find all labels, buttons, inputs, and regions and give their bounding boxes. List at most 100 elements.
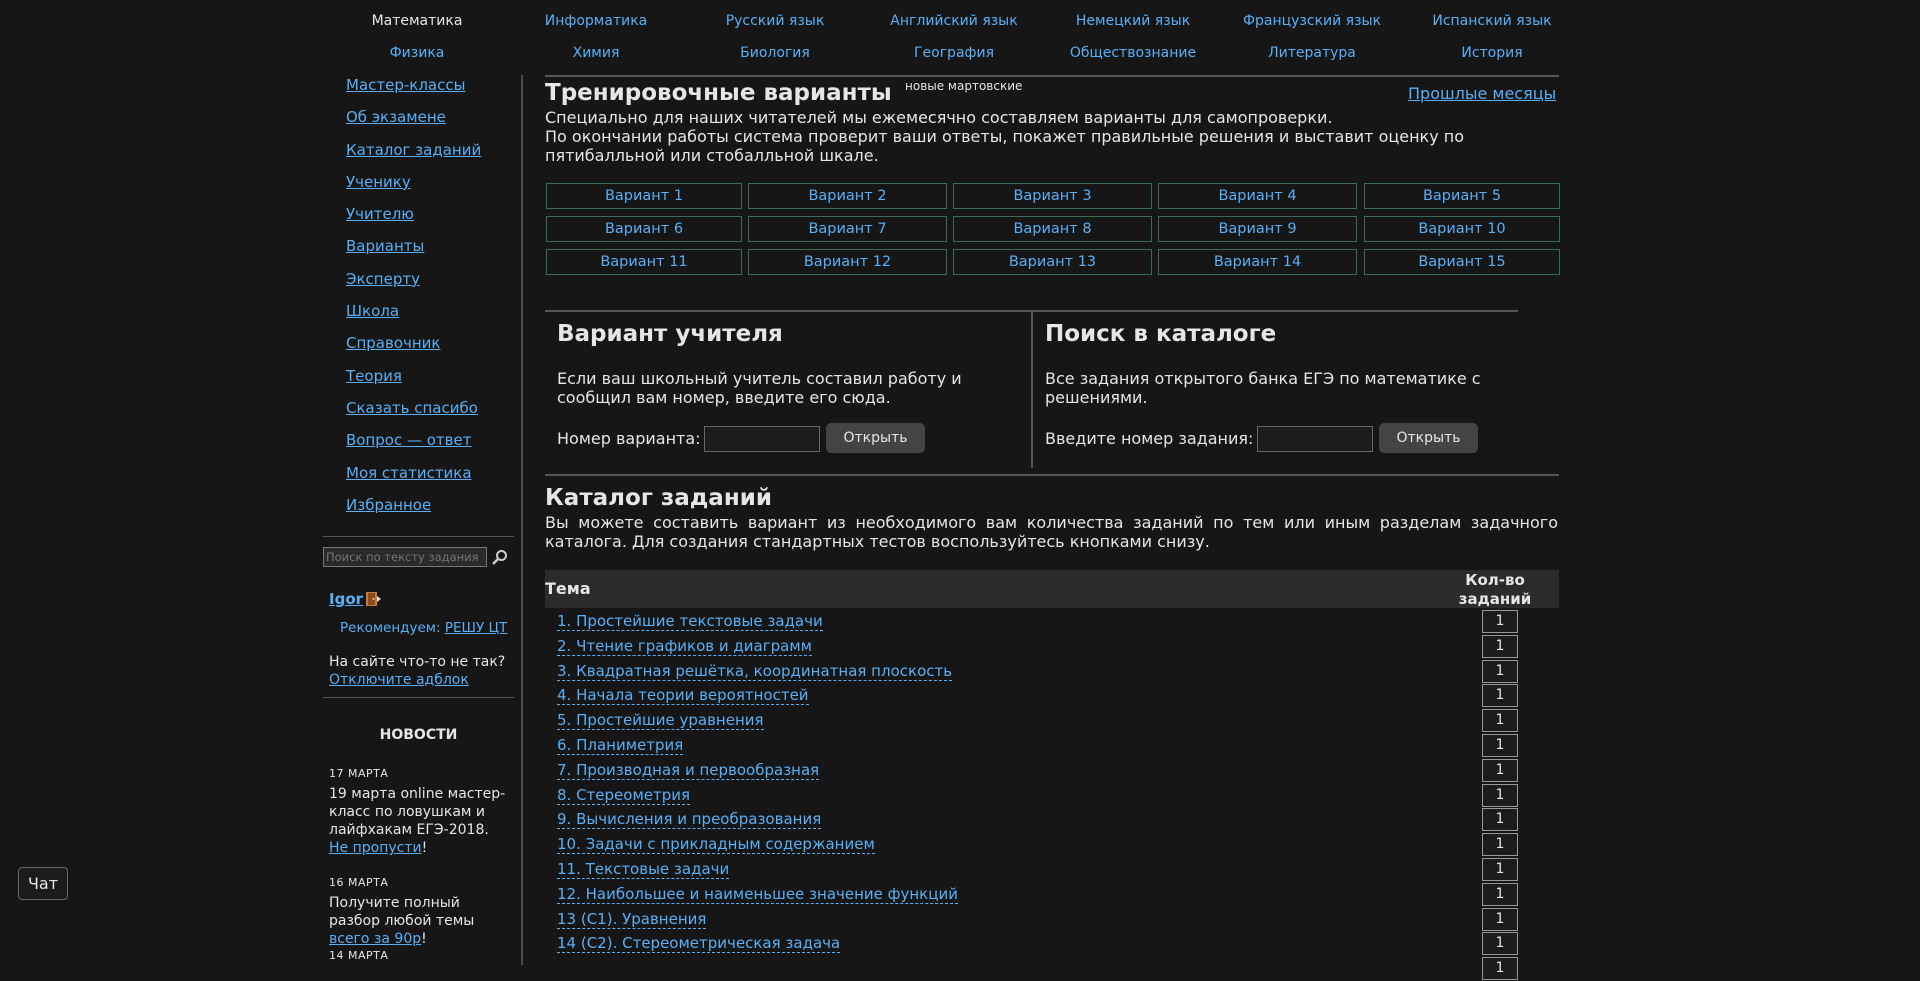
topic-link[interactable]: 13 (С1). Уравнения xyxy=(557,910,707,929)
sidebar-item[interactable]: Справочник xyxy=(316,322,514,354)
topic-link[interactable]: 12. Наибольшее и наименьшее значение фун… xyxy=(557,885,958,904)
variant-button[interactable]: Вариант 2 xyxy=(748,183,947,209)
task-count-input[interactable]: 1 xyxy=(1482,932,1518,956)
past-months-link[interactable]: Прошлые месяцы xyxy=(1408,84,1556,103)
teacher-box-title: Вариант учителя xyxy=(557,321,783,347)
subject-link[interactable]: Математика xyxy=(327,5,507,37)
subject-link[interactable]: Биология xyxy=(685,37,865,69)
table-row: 14 (С2). Стереометрическая задача 1 xyxy=(545,931,1559,956)
sidebar-item[interactable]: Мастер-классы xyxy=(316,64,514,96)
sidebar-item[interactable]: Школа xyxy=(316,290,514,322)
sidebar-item[interactable]: Эксперту xyxy=(316,258,514,290)
task-count-input[interactable]: 1 xyxy=(1482,610,1518,633)
subject-link[interactable]: Обществознание xyxy=(1043,37,1223,69)
sidebar: Мастер-классы Об экзамене Каталог заданий У… xyxy=(323,75,514,537)
subject-link[interactable]: Английский язык xyxy=(864,5,1044,37)
task-count-input[interactable]: 1 xyxy=(1482,882,1518,906)
sidebar-item[interactable]: Вопрос — ответ xyxy=(316,419,514,451)
topic-link[interactable]: 1. Простейшие текстовые задачи xyxy=(557,612,823,631)
search-form: Введите номер задания: Открыть xyxy=(1045,423,1515,454)
chat-button[interactable]: Чат xyxy=(18,867,68,900)
training-sup: новые мартовские xyxy=(905,79,1023,93)
news-text: Получите полный разбор любой темы xyxy=(329,895,475,929)
open-task-button[interactable]: Открыть xyxy=(1379,423,1478,453)
task-count-input[interactable]: 1 xyxy=(1482,659,1518,683)
subject-link[interactable]: География xyxy=(864,37,1044,69)
topic-link[interactable]: 11. Текстовые задачи xyxy=(557,860,730,879)
subject-link[interactable]: Немецкий язык xyxy=(1043,5,1223,37)
variant-button[interactable]: Вариант 13 xyxy=(953,249,1152,275)
sidebar-item[interactable]: Сказать спасибо xyxy=(316,387,514,419)
topic-link[interactable]: 10. Задачи с прикладным содержанием xyxy=(557,835,875,855)
subject-link[interactable]: Информатика xyxy=(506,5,686,37)
task-count-input[interactable]: 1 xyxy=(1482,734,1518,757)
variant-button[interactable]: Вариант 6 xyxy=(546,216,742,242)
task-count-input[interactable]: 1 xyxy=(1482,783,1518,807)
sidebar-item[interactable]: Учителю xyxy=(316,193,514,225)
logout-door-icon[interactable] xyxy=(364,590,382,608)
topic-link[interactable]: 2. Чтение графиков и диаграмм xyxy=(557,637,812,656)
task-count-input[interactable]: 1 xyxy=(1482,634,1518,658)
adblock-link[interactable]: Отключите адблок xyxy=(329,671,514,689)
task-count-input[interactable]: 1 xyxy=(1482,684,1518,708)
variant-button[interactable]: Вариант 7 xyxy=(748,216,947,242)
topic-link[interactable]: 4. Начала теории вероятностей xyxy=(557,686,809,706)
task-count-input[interactable]: 1 xyxy=(1482,808,1518,832)
topic-link[interactable]: 7. Производная и первообразная xyxy=(557,761,820,780)
search-icon[interactable] xyxy=(491,548,509,566)
task-count-input[interactable]: 1 xyxy=(1482,833,1518,857)
open-variant-button[interactable]: Открыть xyxy=(826,423,925,453)
col-topic: Тема xyxy=(545,579,591,598)
sidebar-divider xyxy=(323,536,514,537)
search-input[interactable] xyxy=(323,547,487,567)
variant-button[interactable]: Вариант 15 xyxy=(1364,249,1560,275)
section-divider xyxy=(545,75,1559,77)
variant-button[interactable]: Вариант 8 xyxy=(953,216,1152,242)
subject-link[interactable]: Литература xyxy=(1222,37,1402,69)
subjects-nav: Математика Информатика Русский язык Английс… xyxy=(0,0,1920,72)
sidebar-item[interactable]: Об экзамене xyxy=(316,96,514,128)
topic-link[interactable]: 14 (С2). Стереометрическая задача xyxy=(557,934,841,954)
variant-button[interactable]: Вариант 9 xyxy=(1158,216,1357,242)
variant-button[interactable]: Вариант 11 xyxy=(546,249,742,275)
task-count-input[interactable]: 1 xyxy=(1482,858,1518,881)
sidebar-item[interactable]: Каталог заданий xyxy=(316,129,514,161)
subject-link[interactable]: Русский язык xyxy=(685,5,865,37)
sidebar-item[interactable]: Варианты xyxy=(316,225,514,257)
task-number-input[interactable] xyxy=(1257,426,1373,452)
table-row: 2. Чтение графиков и диаграмм 1 xyxy=(545,634,1559,659)
subject-link[interactable]: История xyxy=(1402,37,1582,69)
variant-button[interactable]: Вариант 14 xyxy=(1158,249,1357,275)
subject-link[interactable]: Французский язык xyxy=(1222,5,1402,37)
task-count-input[interactable]: 1 xyxy=(1482,709,1518,733)
sidebar-item[interactable]: Теория xyxy=(316,355,514,387)
variant-button[interactable]: Вариант 5 xyxy=(1364,183,1560,209)
subject-link[interactable]: Испанский язык xyxy=(1402,5,1582,37)
catalog-title: Каталог заданий xyxy=(545,485,772,511)
news-link[interactable]: всего за 90р xyxy=(329,931,421,947)
recommend-link[interactable]: РЕШУ ЦТ xyxy=(445,620,507,636)
task-count-input[interactable]: 1 xyxy=(1482,758,1518,782)
variant-button[interactable]: Вариант 3 xyxy=(953,183,1152,209)
training-title: Тренировочные варианты xyxy=(545,80,892,106)
task-count-input[interactable]: 1 xyxy=(1482,907,1518,931)
news-tail: ! xyxy=(421,931,427,947)
variant-button[interactable]: Вариант 12 xyxy=(748,249,947,275)
variant-number-input[interactable] xyxy=(704,426,820,452)
user-link[interactable]: Igor xyxy=(329,590,363,608)
sidebar-item[interactable]: Моя статистика xyxy=(316,452,514,484)
sidebar-search xyxy=(323,545,514,571)
variant-button[interactable]: Вариант 10 xyxy=(1364,216,1560,242)
subject-link[interactable]: Химия xyxy=(506,37,686,69)
topic-link[interactable]: 3. Квадратная решётка, координатная плос… xyxy=(557,662,953,681)
task-count-input[interactable]: 1 xyxy=(1482,957,1518,981)
variant-button[interactable]: Вариант 1 xyxy=(546,183,742,209)
variant-button[interactable]: Вариант 4 xyxy=(1158,183,1357,209)
topic-link[interactable]: 6. Планиметрия xyxy=(557,736,684,755)
topic-link[interactable]: 9. Вычисления и преобразования xyxy=(557,810,822,830)
sidebar-item[interactable]: Ученику xyxy=(316,161,514,193)
topic-link[interactable]: 5. Простейшие уравнения xyxy=(557,711,764,731)
news-link[interactable]: Не пропусти xyxy=(329,840,422,856)
topic-link[interactable]: 8. Стереометрия xyxy=(557,786,691,805)
sidebar-item[interactable]: Избранное xyxy=(316,484,514,516)
